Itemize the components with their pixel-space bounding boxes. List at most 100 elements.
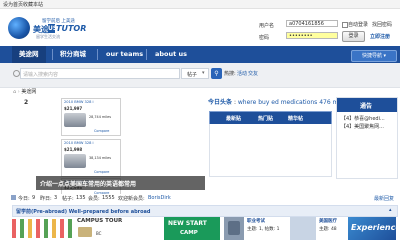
forum-name[interactable]: 职业考试 — [247, 218, 287, 224]
welcome-label: 欢迎新会员: — [118, 196, 145, 202]
password-input[interactable]: •••••••• — [286, 32, 338, 39]
search-input[interactable]: 请输入搜索内容 — [20, 68, 180, 79]
bottom-tile-campus[interactable]: CAMPUS TOUR BC — [76, 217, 156, 240]
nav-divider — [146, 49, 147, 60]
quick-nav-button[interactable]: 快捷导航 ▾ — [351, 50, 397, 62]
stats-icon — [11, 195, 16, 200]
hot-search-label: 热搜: — [224, 71, 236, 77]
forum-medical-info: 美国医疗 主题: 48 — [319, 218, 347, 240]
notice-title-bar: 通告 — [337, 98, 397, 112]
new-start-title: NEW START — [168, 220, 207, 227]
search-icon — [13, 70, 20, 77]
chevron-down-icon: ▾ — [383, 53, 387, 59]
notice-item[interactable]: 【4】美国聚焦网... — [341, 123, 384, 130]
logo-subtitle: 留学生活交流 — [36, 34, 60, 39]
news-panel — [209, 124, 332, 177]
forum-career-info: 职业考试 主题: 1, 帖数: 1 — [247, 218, 287, 240]
figure-row — [12, 219, 72, 238]
forum-stats: 主题: 48 — [319, 227, 337, 232]
section-title[interactable]: 留学前(Pre-abroad) Well-prepared before abr… — [16, 208, 151, 215]
search-scope-label: 帖子 — [187, 72, 198, 78]
experience-title: Experience — [351, 223, 400, 232]
username-input[interactable]: a0704161856 — [286, 20, 338, 27]
nav-item-home[interactable]: 美途网 — [12, 46, 46, 63]
password-label: 密码 — [259, 35, 270, 41]
forum-name[interactable]: 美国医疗 — [319, 218, 347, 224]
nav-divider — [97, 49, 98, 60]
listing-price: $21,998 — [64, 147, 83, 152]
new-member-link[interactable]: BorisDirk — [148, 195, 171, 201]
search-placeholder: 请输入搜索内容 — [23, 72, 59, 78]
tab-essence-posts[interactable]: 精华帖 — [288, 115, 303, 122]
login-button[interactable]: 登录 — [342, 31, 365, 42]
career-icon — [228, 221, 240, 235]
campus-tile-stat: BC — [96, 231, 102, 236]
listing-compare[interactable]: Compare — [94, 170, 109, 174]
search-bar: 请输入搜索内容 帖子 ▾ ⚲ 热搜: 活动 交友 — [0, 63, 400, 88]
bottom-tile-medical[interactable] — [290, 217, 316, 240]
campus-tour-title: CAMPUS TOUR — [77, 218, 123, 224]
home-icon[interactable]: ⌂ — [13, 89, 16, 95]
listing-price: $21,997 — [64, 106, 83, 111]
bottom-tile-new-start[interactable]: NEW START CAMP — [164, 217, 220, 240]
forgot-password-link[interactable]: 找回密码 — [372, 21, 392, 28]
headline-link[interactable]: where buy ed medications 476 mg — [238, 99, 342, 106]
nav-item-points-mall[interactable]: 积分商城 — [53, 46, 93, 63]
today-count-label: 今日: — [18, 196, 30, 202]
logo-brand-tag: US — [48, 24, 58, 33]
today-label: 今日头条 — [208, 99, 233, 106]
posts-count: 135 — [76, 195, 86, 201]
bookmark-link[interactable]: 收藏本站 — [23, 1, 43, 8]
listing-miles: 38,134 miles — [89, 156, 111, 160]
forum-stats: 主题: 1, 帖数: 1 — [247, 227, 280, 232]
car-listing[interactable]: 2010 BMW 328 i $21,998 38,134 miles Comp… — [61, 139, 121, 177]
tab-latest-posts[interactable]: 最新贴 — [226, 115, 241, 122]
members-count-label: 会员: — [88, 196, 100, 202]
listing-miles: 28,744 miles — [89, 115, 111, 119]
posts-count-label: 帖子: — [62, 196, 74, 202]
username-label: 用户名 — [259, 23, 275, 29]
collapse-icon[interactable]: ▴ — [389, 207, 392, 213]
search-button[interactable]: ⚲ — [211, 68, 222, 79]
chevron-down-icon: ▾ — [202, 70, 205, 76]
quick-nav-label: 快捷导航 — [361, 53, 382, 59]
car-photo — [64, 154, 86, 168]
notice-item[interactable]: 【4】恭喜@hedi... — [341, 115, 385, 122]
today-headline: 今日头条 : where buy ed medications 476 mg — [208, 97, 342, 106]
headline-colon: : — [233, 99, 236, 106]
listing-title: 2010 BMW 328 i — [64, 141, 94, 145]
register-link[interactable]: 立即注册 — [370, 33, 390, 40]
section-header: 留学前(Pre-abroad) Well-prepared before abr… — [12, 205, 398, 217]
hot-search-item[interactable]: 交友 — [248, 70, 258, 77]
listing-compare[interactable]: Compare — [94, 129, 109, 133]
logo-brand-en: TUTOR — [56, 24, 87, 33]
nav-item-about-us[interactable]: about us — [148, 46, 194, 63]
post-caption-bar: 介绍一点点美国车常用的英语都常用 — [36, 176, 205, 190]
stats-bar: 今日: 9 昨日: 3 帖子: 135 会员: 1555 欢迎新会员: Bori… — [0, 194, 400, 203]
site-logo[interactable]: 留学前后 上美途 美途 US TUTOR 留学生活交流 — [8, 17, 103, 39]
hot-search-item[interactable]: 活动 — [237, 70, 247, 77]
main-nav: 美途网 积分商城 our teams about us 快捷导航 ▾ — [0, 46, 400, 63]
campus-icon — [78, 227, 92, 237]
bottom-tile-figures[interactable] — [12, 217, 72, 240]
post-caption[interactable]: 介绍一点点美国车常用的英语都常用 — [40, 179, 136, 188]
nav-item-our-teams[interactable]: our teams — [99, 46, 150, 63]
login-button-label: 登录 — [348, 33, 359, 39]
car-photo — [64, 113, 86, 127]
tab-hot-posts[interactable]: 热门贴 — [258, 115, 273, 122]
notice-title: 通告 — [360, 103, 373, 110]
latest-reply-link[interactable]: 最新回复 — [374, 195, 394, 202]
members-count: 1555 — [102, 195, 115, 201]
globe-icon — [8, 17, 30, 39]
car-listing[interactable]: 2010 BMW 328 i $21,997 28,744 miles Comp… — [61, 98, 121, 136]
breadcrumb-home[interactable]: 美途网 — [21, 89, 36, 95]
search-scope-select[interactable]: 帖子 ▾ — [181, 68, 209, 79]
today-count: 9 — [32, 195, 36, 201]
camp-label: CAMP — [180, 230, 198, 236]
set-home-link[interactable]: 设为首页 — [3, 1, 23, 8]
auto-login-label: 自动登录 — [348, 22, 369, 28]
bottom-tile-experience[interactable]: Experience — [348, 217, 400, 240]
post-page-number: 2 — [24, 99, 29, 106]
listing-title: 2010 BMW 328 i — [64, 100, 94, 104]
bottom-tile-career[interactable] — [224, 217, 244, 240]
